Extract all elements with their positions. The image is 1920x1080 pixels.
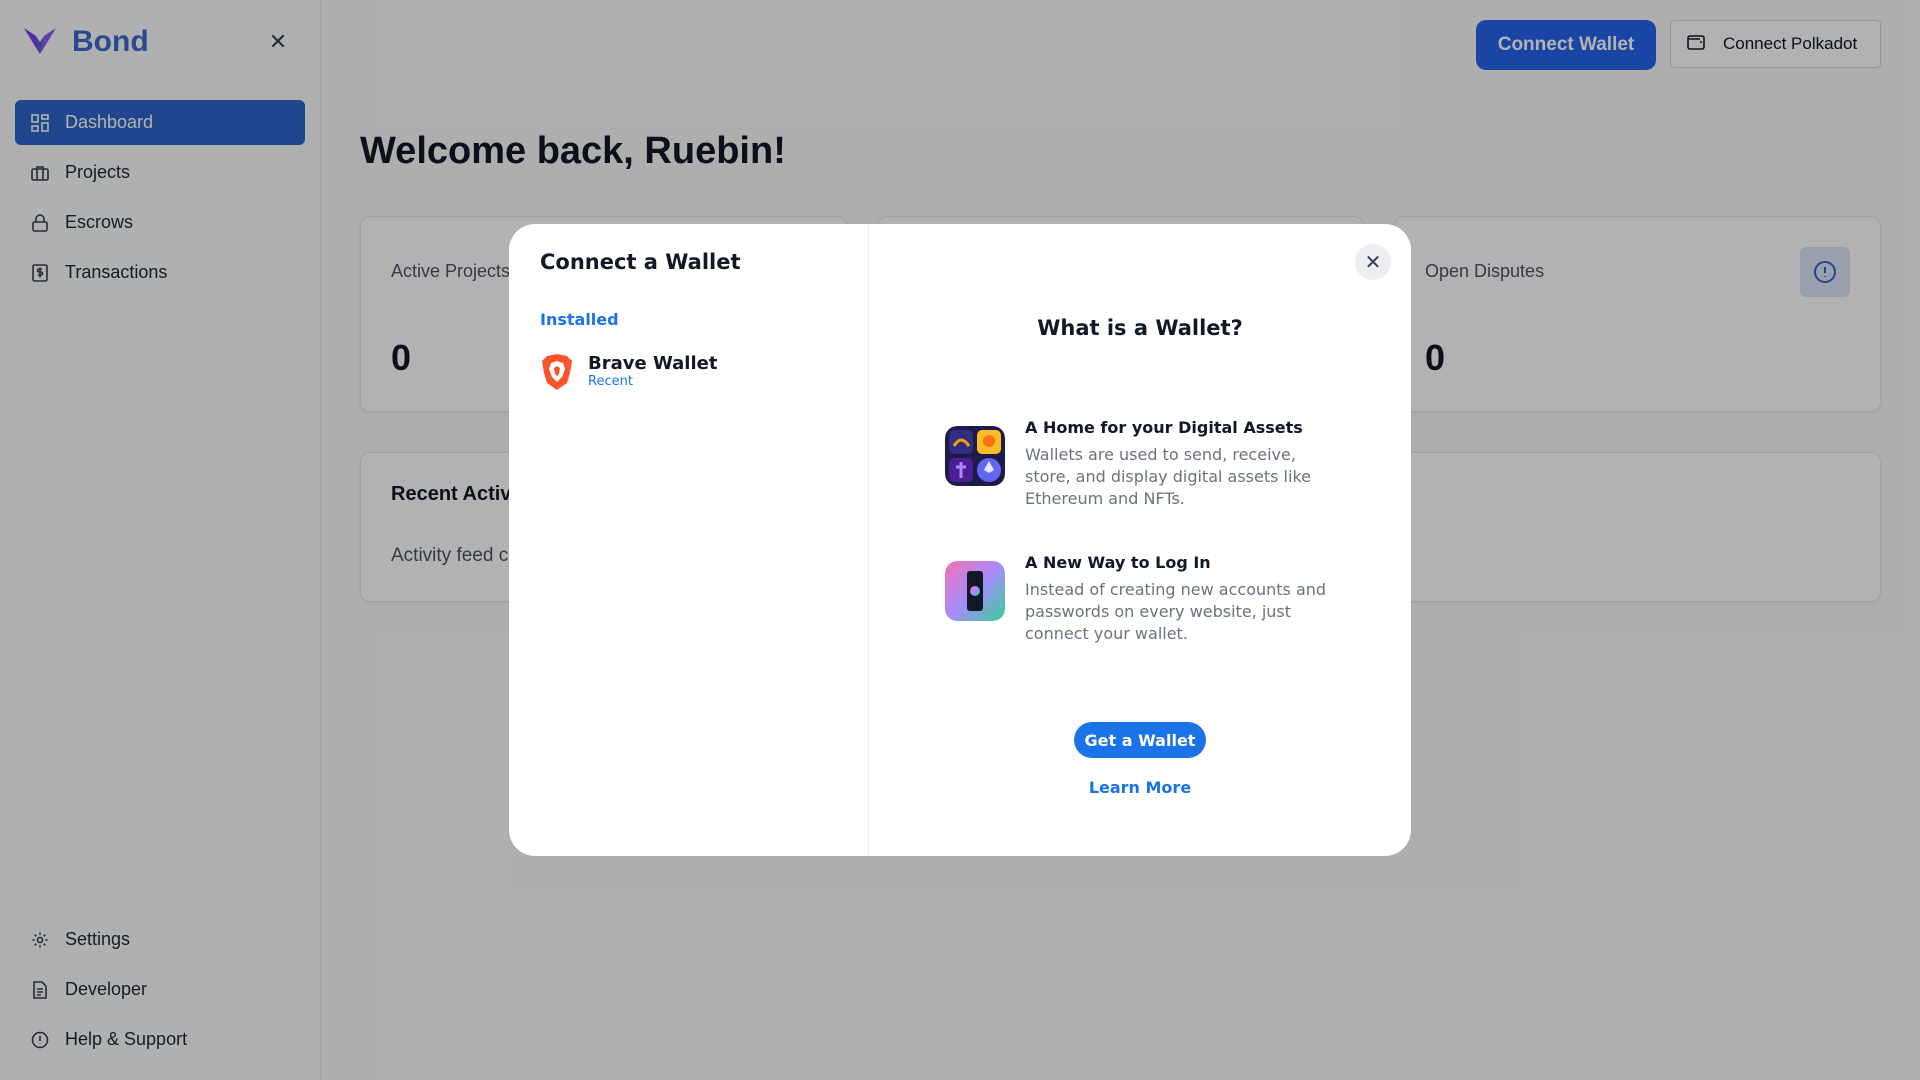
what-is-wallet-title: What is a Wallet? xyxy=(1037,316,1243,340)
brave-lion-icon xyxy=(542,354,572,390)
feature-new-login: A New Way to Log In Instead of creating … xyxy=(945,553,1355,643)
wallet-name: Brave Wallet xyxy=(588,353,718,374)
feature-description: Wallets are used to send, receive, store… xyxy=(1025,445,1311,508)
learn-more-link[interactable]: Learn More xyxy=(869,778,1411,797)
wallet-text: Brave Wallet Recent xyxy=(588,354,717,390)
modal-title: Connect a Wallet xyxy=(540,250,741,274)
feature-title: A Home for your Digital Assets xyxy=(1025,418,1303,437)
get-a-wallet-button[interactable]: Get a Wallet xyxy=(1074,722,1206,758)
connect-wallet-modal: Connect a Wallet Installed Brave Wallet … xyxy=(509,224,1411,856)
modal-close-icon[interactable]: ✕ xyxy=(1355,244,1391,280)
digital-assets-icon xyxy=(945,426,1005,486)
wallet-option-brave[interactable]: Brave Wallet Recent xyxy=(540,348,840,396)
feature-title: A New Way to Log In xyxy=(1025,553,1211,572)
feature-description: Instead of creating new accounts and pas… xyxy=(1025,580,1327,643)
login-key-icon xyxy=(945,561,1005,621)
wallet-list-panel: Connect a Wallet Installed Brave Wallet … xyxy=(509,224,869,856)
feature-digital-assets: A Home for your Digital Assets Wallets a… xyxy=(945,418,1355,508)
wallet-recent-tag: Recent xyxy=(588,374,633,389)
installed-label: Installed xyxy=(540,310,619,329)
